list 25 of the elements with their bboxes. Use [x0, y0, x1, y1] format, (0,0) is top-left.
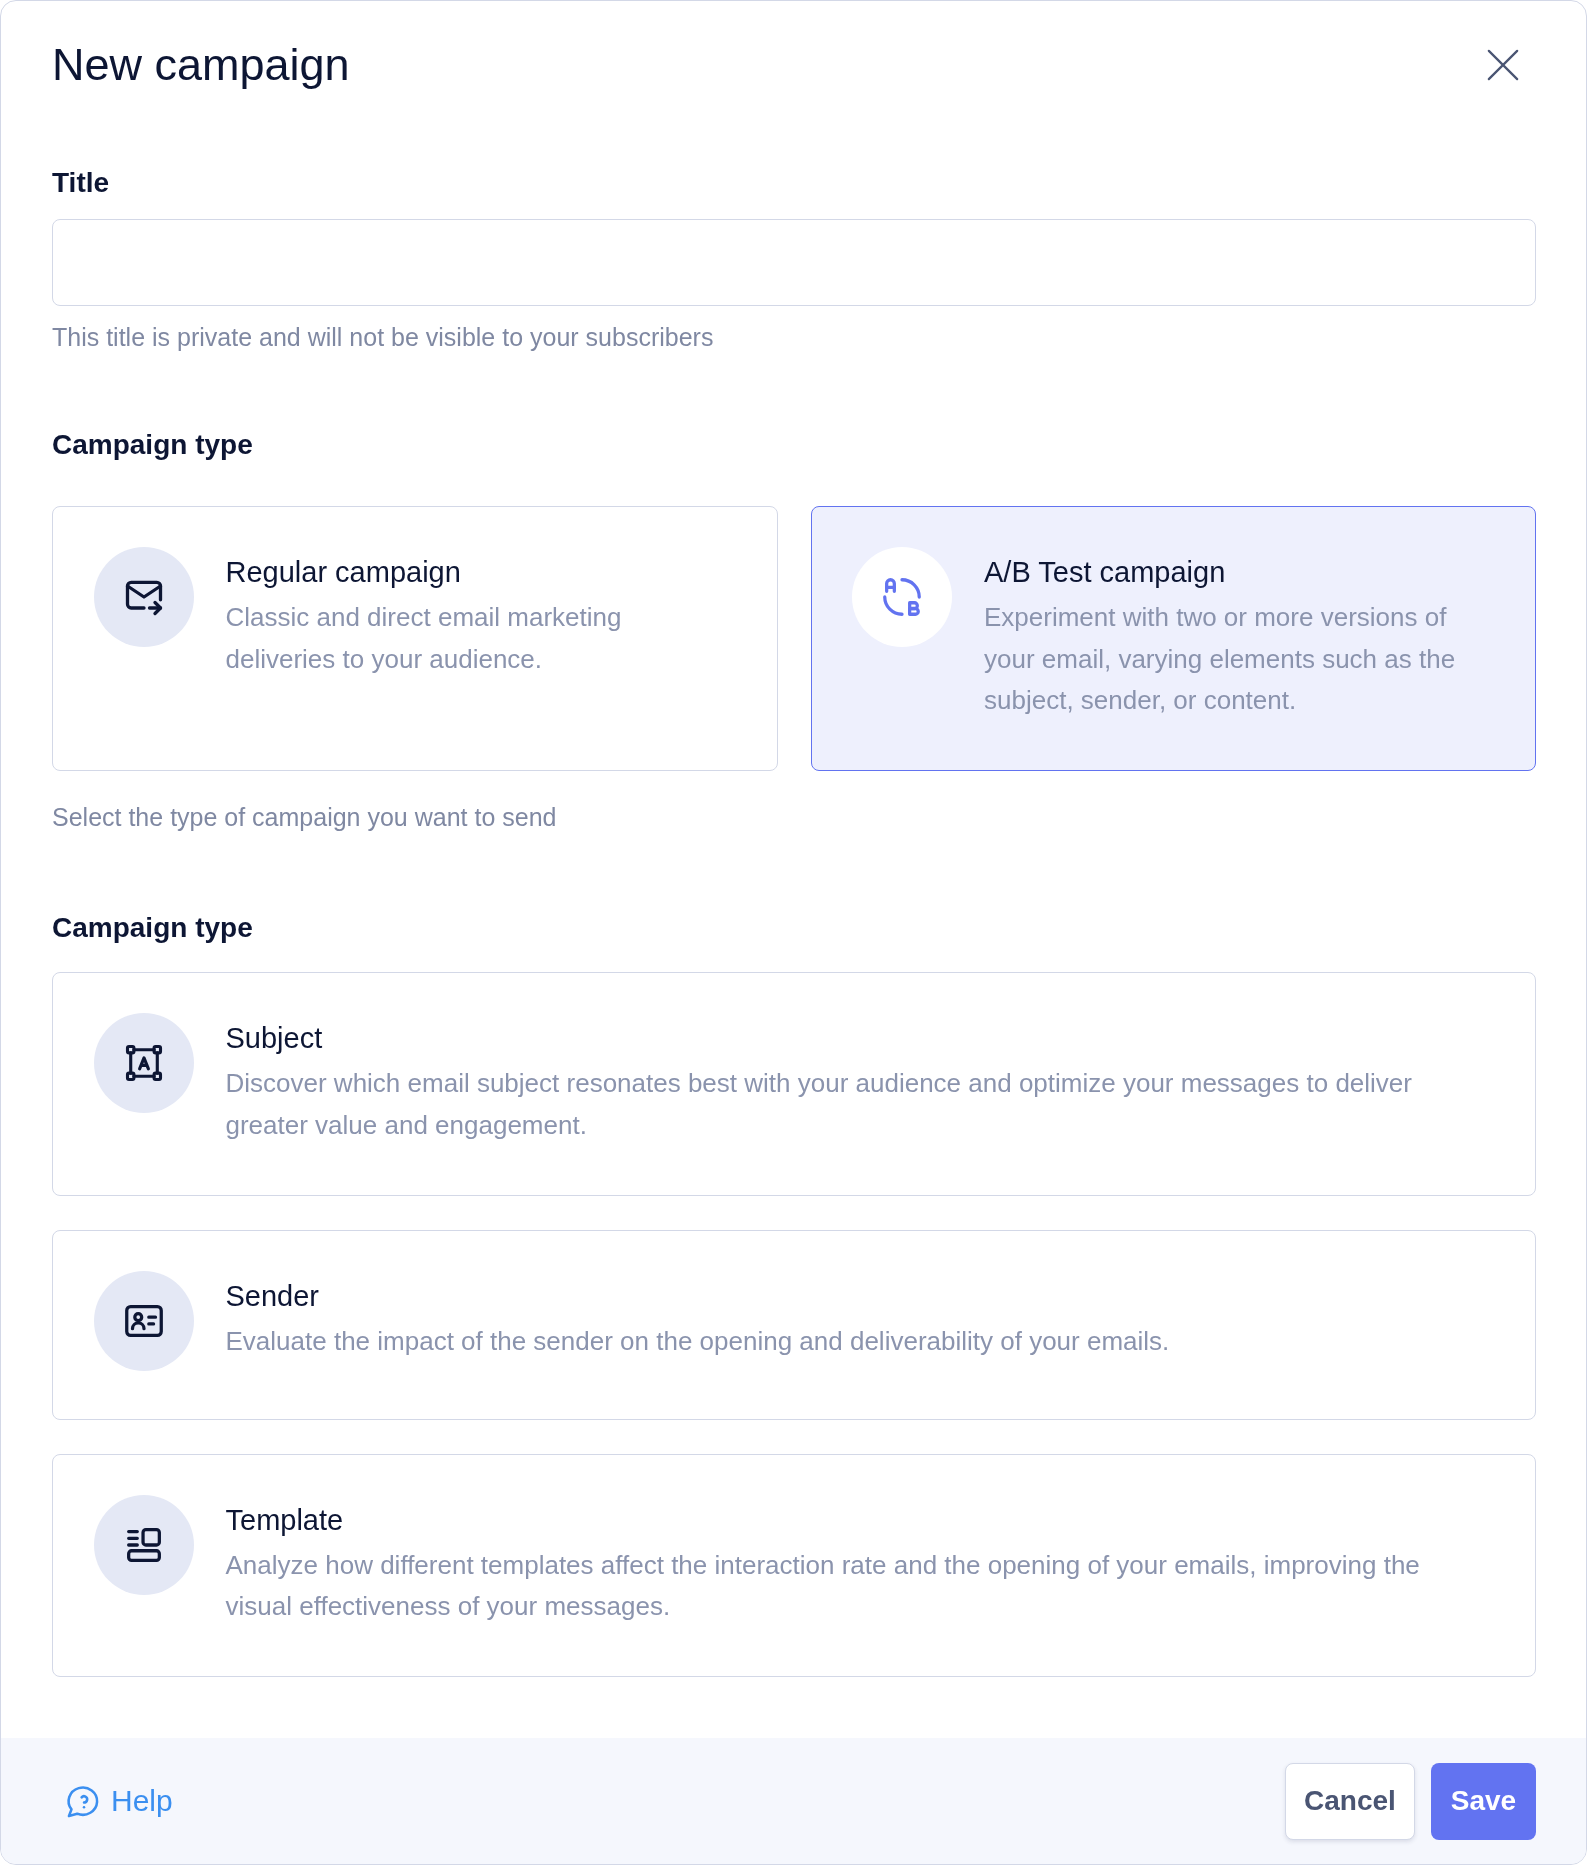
section-hint: Select the type of campaign you want to send	[52, 802, 558, 833]
cancel-button[interactable]: Cancel	[1285, 1762, 1415, 1840]
option-description: Evaluate the impact of the sender on the opening and deliverability of your emails.	[225, 1324, 1171, 1358]
field-label: Title	[52, 166, 111, 200]
test-type-card[interactable]: Template Analyze how different templates affect the interaction rate and the opening of your emails, improving the visual effectiveness of your messages.	[52, 1453, 1536, 1677]
field-hint: This title is private and will not be visible to your subscribers	[52, 322, 715, 352]
option-description: Analyze how different templates affect the interaction rate and the opening of your emails, improving the visual effectiveness of your messages.	[225, 1548, 1421, 1624]
option-description: Discover which email subject resonates best with your audience and optimize your messages to deliver greater value and engagement.	[225, 1067, 1413, 1142]
option-description: Experiment with two or more versions of your email, varying elements such as the subject, sender, or content.	[984, 601, 1457, 718]
option-title: Subject	[225, 1021, 324, 1057]
campaign-type-card[interactable]: A/B Test campaign Experiment with two or more versions of your email, varying elements such as the subject, sender, or content.	[810, 506, 1536, 772]
close-icon	[1486, 48, 1520, 82]
option-title: A/B Test campaign	[984, 555, 1227, 590]
test-type-card[interactable]: Subject Discover which email subject resonates best with your audience and optimize your messages to deliver greater value and engagement.	[52, 972, 1536, 1196]
dialog-title: New campaign	[52, 39, 350, 91]
option-description: Classic and direct email marketing deliveries to your audience.	[225, 601, 623, 676]
option-title: Regular campaign	[225, 555, 462, 590]
section-label: Campaign type	[52, 428, 254, 462]
title-input[interactable]	[52, 219, 1536, 306]
section-label: Campaign type	[52, 911, 254, 946]
option-title: Template	[225, 1502, 345, 1538]
option-title: Sender	[225, 1278, 320, 1314]
test-type-card[interactable]: Sender Evaluate the impact of the sender on the opening and deliverability of your emails.	[52, 1229, 1536, 1420]
save-button[interactable]: Save	[1431, 1762, 1536, 1840]
campaign-type-card[interactable]: Regular campaign Classic and direct email marketing deliveries to your audience.	[52, 506, 778, 772]
